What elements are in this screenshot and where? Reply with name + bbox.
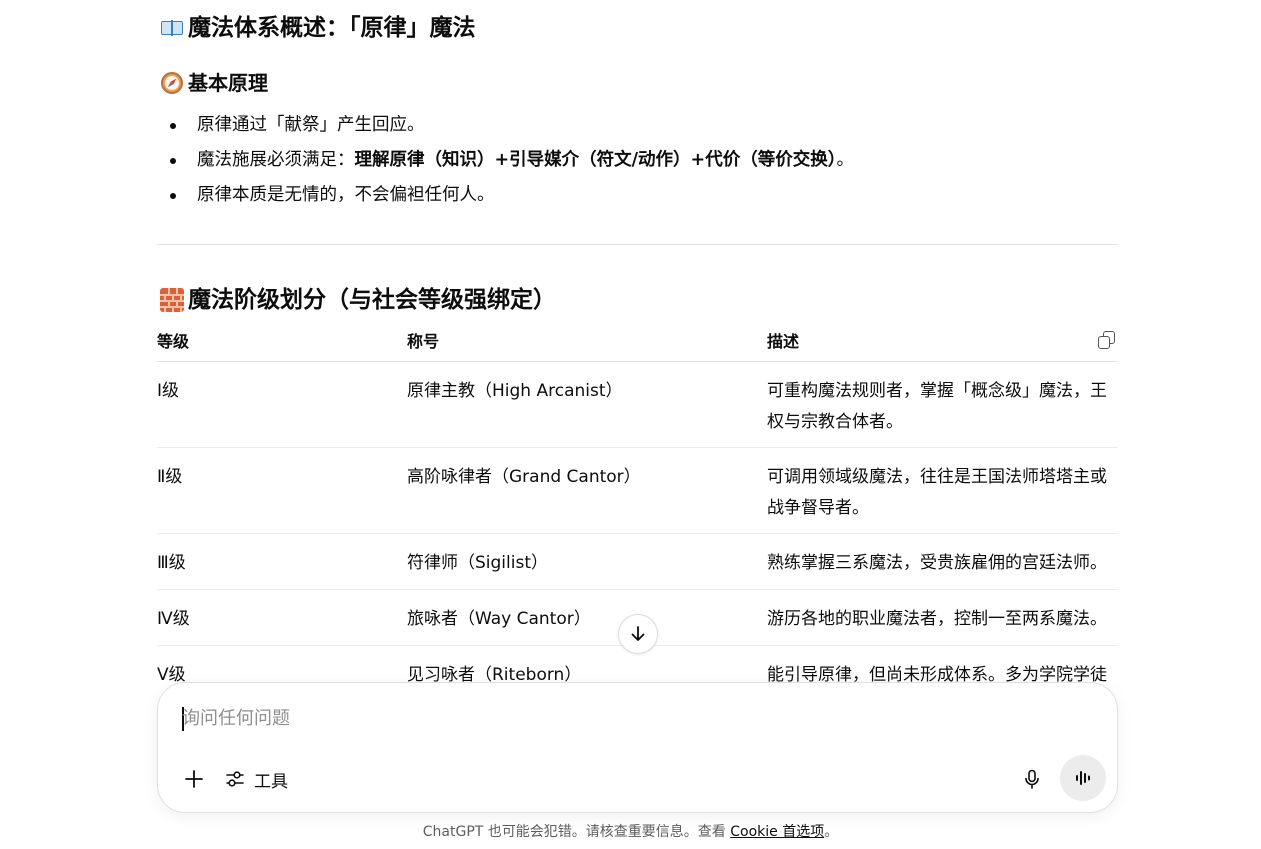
list-item: 魔法施展必须满足：理解原律（知识）+引导媒介（符文/动作）+代价（等价交换）。	[157, 143, 854, 178]
cell-description: 游历各地的职业魔法者，控制一至两系魔法。	[767, 609, 1107, 629]
table-row: Ⅲ级 符律师（Sigilist） 熟练掌握三系魔法，受贵族雇佣的宫廷法师。	[157, 534, 1118, 590]
table-header: 等级 称号 描述	[157, 322, 1118, 362]
copy-icon[interactable]	[1096, 329, 1118, 351]
voice-mode-button[interactable]	[1060, 755, 1106, 801]
subsection-title-text: 基本原理	[188, 71, 268, 95]
column-header-title: 称号	[407, 332, 440, 351]
compass-icon	[160, 71, 184, 95]
section-title-ranks: 魔法阶级划分（与社会等级强绑定）	[160, 285, 556, 315]
cell-description: 能引导原律，但尚未形成体系。多为学院学徒	[767, 665, 1107, 684]
add-attachment-button[interactable]	[178, 763, 210, 795]
open-book-icon	[160, 16, 184, 40]
disclaimer-text: ChatGPT 也可能会犯错。请核查重要信息。查看	[422, 824, 731, 840]
brick-icon	[160, 288, 184, 312]
section-title-overview: 魔法体系概述：「原律」魔法	[160, 13, 476, 43]
tools-button[interactable]: 工具	[224, 763, 288, 795]
chat-composer: 工具	[157, 682, 1118, 813]
dictate-button[interactable]	[1016, 763, 1048, 795]
cell-description: 可调用领域级魔法，往往是王国法师塔塔主或战争督导者。	[767, 467, 1107, 518]
cell-title: 高阶咏律者（Grand Cantor）	[407, 467, 641, 487]
cell-level: Ⅲ级	[157, 553, 186, 573]
scroll-to-bottom-button[interactable]	[618, 614, 658, 654]
microphone-icon	[1025, 769, 1039, 789]
plus-icon	[185, 770, 203, 788]
bold-text: 理解原律（知识）+引导媒介（符文/动作）+代价（等价交换）	[354, 150, 837, 170]
cell-level: Ⅱ级	[157, 467, 183, 487]
table-row: Ⅱ级 高阶咏律者（Grand Cantor） 可调用领域级魔法，往往是王国法师塔…	[157, 448, 1118, 534]
divider	[157, 244, 1118, 245]
column-header-level: 等级	[157, 332, 190, 351]
list-item: 原律通过「献祭」产生回应。	[157, 108, 854, 143]
section-title-text: 魔法阶级划分（与社会等级强绑定）	[188, 287, 556, 313]
disclaimer-footer: ChatGPT 也可能会犯错。请核查重要信息。查看 Cookie 首选项。	[422, 824, 839, 840]
tools-label: 工具	[254, 771, 288, 792]
cell-level: Ⅳ级	[157, 609, 190, 629]
cookie-preferences-link[interactable]: Cookie 首选项	[730, 824, 824, 840]
sliders-icon	[226, 771, 244, 787]
cell-level: Ⅰ级	[157, 381, 180, 401]
subsection-title-principles: 基本原理	[160, 69, 268, 97]
cell-description: 可重构魔法规则者，掌握「概念级」魔法，王权与宗教合体者。	[767, 381, 1107, 432]
table-row: Ⅰ级 原律主教（High Arcanist） 可重构魔法规则者，掌握「概念级」魔…	[157, 362, 1118, 448]
cell-title: 见习咏者（Riteborn）	[407, 665, 582, 684]
principles-list: 原律通过「献祭」产生回应。 魔法施展必须满足：理解原律（知识）+引导媒介（符文/…	[157, 108, 854, 213]
cell-level: Ⅴ级	[157, 665, 186, 684]
cell-description: 熟练掌握三系魔法，受贵族雇佣的宫廷法师。	[767, 553, 1107, 573]
cell-title: 旅咏者（Way Cantor）	[407, 609, 591, 629]
cell-title: 符律师（Sigilist）	[407, 553, 548, 573]
section-title-text: 魔法体系概述：「原律」魔法	[188, 15, 476, 41]
voice-waveform-icon	[1076, 771, 1090, 785]
cell-title: 原律主教（High Arcanist）	[407, 381, 623, 401]
arrow-down-icon	[631, 626, 645, 641]
list-item: 原律本质是无情的，不会偏袒任何人。	[157, 178, 854, 213]
column-header-description: 描述	[767, 332, 800, 351]
prompt-input[interactable]	[182, 701, 1082, 735]
